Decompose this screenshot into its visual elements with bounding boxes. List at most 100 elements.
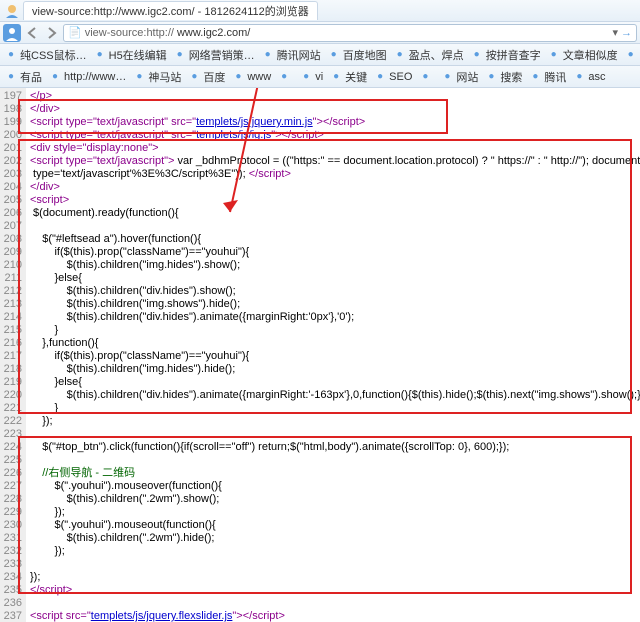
avatar-icon[interactable] [3, 24, 21, 42]
source-line[interactable]: $(this).children("img.shows").hide(); [30, 298, 640, 311]
bookmark-label: 网站 [456, 69, 478, 85]
source-line[interactable]: if($(this).prop("className")=="youhui"){ [30, 350, 640, 363]
source-line[interactable] [30, 220, 640, 233]
source-line[interactable]: </script> [30, 584, 640, 597]
bookmark-item[interactable]: ●关键 [329, 69, 367, 85]
baidu-icon: ● [187, 70, 201, 84]
source-line[interactable]: },function(){ [30, 337, 640, 350]
www-icon: ● [231, 70, 245, 84]
source-code-view[interactable]: 1971981992002012022032042052062072082092… [0, 88, 640, 622]
bookmark-item[interactable]: ●按拼音查字 [470, 47, 541, 63]
source-line[interactable]: $(this).children("div.hides").show(); [30, 285, 640, 298]
bookmark-item[interactable]: ●asc [572, 70, 605, 84]
bookmark-item[interactable]: ●新闻一键在 [624, 47, 640, 63]
source-line[interactable]: }else{ [30, 272, 640, 285]
source-line[interactable]: <div style="display:none"> [30, 142, 640, 155]
bookmark-item[interactable]: ● [277, 70, 293, 84]
qq-icon: ● [528, 70, 542, 84]
bookmark-label: H5在线编辑 [109, 47, 167, 63]
url-prefix-label: view-source:http:// [85, 27, 174, 39]
line-number-gutter: 1971981992002012022032042052062072082092… [0, 88, 26, 622]
source-line[interactable]: $(document).ready(function(){ [30, 207, 640, 220]
bookmark-label: 网络营销策… [189, 47, 255, 63]
page-icon: 📄 [68, 26, 82, 39]
bookmark-item[interactable]: ● [418, 70, 434, 84]
bookmark-item[interactable]: ●纯CSS鼠标… [4, 47, 87, 63]
source-line[interactable]: }); [30, 415, 640, 428]
ie-icon: ● [48, 70, 62, 84]
bookmark-label: 盈点、焊点 [409, 47, 464, 63]
qq-icon: ● [261, 48, 275, 62]
source-line[interactable]: $(this).children("div.hides").animate({m… [30, 311, 640, 324]
source-code-content[interactable]: </p></div><script type="text/javascript"… [26, 88, 640, 622]
source-line[interactable]: <script type="text/javascript"> var _bdh… [30, 155, 640, 168]
source-line[interactable]: <script> [30, 194, 640, 207]
source-line[interactable]: $(this).children("img.hides").hide(); [30, 363, 640, 376]
bookmark-item[interactable]: ●搜索 [484, 69, 522, 85]
source-line[interactable]: }); [30, 571, 640, 584]
source-line[interactable]: </div> [30, 103, 640, 116]
pinyin-icon: ● [470, 48, 484, 62]
back-icon[interactable] [23, 24, 41, 42]
generic-icon: ● [572, 70, 586, 84]
bookmark-label: 关键 [345, 69, 367, 85]
source-line[interactable]: type='text/javascript'%3E%3C/script%3E")… [30, 168, 640, 181]
source-line[interactable]: $(this).children("div.hides").animate({m… [30, 389, 640, 402]
app-icon [3, 2, 21, 20]
code-icon: ● [93, 48, 107, 62]
source-line[interactable]: //右侧导航 - 二维码 [30, 467, 640, 480]
source-line[interactable]: }else{ [30, 376, 640, 389]
source-line[interactable]: $(this).children(".2wm").show(); [30, 493, 640, 506]
source-line[interactable]: $("#top_btn").click(function(){if(scroll… [30, 441, 640, 454]
source-line[interactable]: } [30, 402, 640, 415]
source-line[interactable]: if($(this).prop("className")=="youhui"){ [30, 246, 640, 259]
source-line[interactable]: <script type="text/javascript" src="temp… [30, 129, 640, 142]
bookmark-label: 文章相似度 [563, 47, 618, 63]
dropdown-icon[interactable]: ▾ [612, 26, 618, 39]
source-line[interactable]: }); [30, 545, 640, 558]
source-line[interactable] [30, 428, 640, 441]
v-icon: ● [299, 70, 313, 84]
bookmark-item[interactable]: ●百度 [187, 69, 225, 85]
generic-icon: ● [418, 70, 432, 84]
bookmark-item[interactable]: ●vi [299, 70, 323, 84]
fire-icon: ● [393, 48, 407, 62]
generic-icon: ● [277, 70, 291, 84]
source-line[interactable]: $(this).children("img.hides").show(); [30, 259, 640, 272]
bookmark-item[interactable]: ●腾讯 [528, 69, 566, 85]
bookmark-label: SEO [389, 71, 412, 83]
source-line[interactable]: $("#leftsead a").hover(function(){ [30, 233, 640, 246]
source-line[interactable]: $(".youhui").mouseout(function(){ [30, 519, 640, 532]
bookmark-item[interactable]: ●www [231, 70, 271, 84]
bookmark-item[interactable]: ●神马站 [132, 69, 181, 85]
source-line[interactable]: }); [30, 506, 640, 519]
seo-icon: ● [373, 70, 387, 84]
source-line[interactable]: <script type="text/javascript" src="temp… [30, 116, 640, 129]
go-icon[interactable]: → [621, 27, 632, 39]
bookmark-item[interactable]: ●有品 [4, 69, 42, 85]
bookmark-label: 按拼音查字 [486, 47, 541, 63]
bookmark-item[interactable]: ●百度地图 [327, 47, 387, 63]
source-line[interactable]: </div> [30, 181, 640, 194]
forward-icon[interactable] [43, 24, 61, 42]
star-icon: ● [4, 70, 18, 84]
source-line[interactable]: $(this).children(".2wm").hide(); [30, 532, 640, 545]
source-line[interactable]: $(".youhui").mouseover(function(){ [30, 480, 640, 493]
bookmark-item[interactable]: ●腾讯网站 [261, 47, 321, 63]
url-input[interactable] [177, 27, 610, 39]
source-line[interactable] [30, 454, 640, 467]
bookmark-item[interactable]: ●SEO [373, 70, 412, 84]
source-line[interactable]: } [30, 324, 640, 337]
source-line[interactable]: <script src="templets/js/jquery.flexslid… [30, 610, 640, 622]
bookmark-item[interactable]: ●http://www… [48, 70, 126, 84]
source-line[interactable] [30, 597, 640, 610]
bookmark-item[interactable]: ●文章相似度 [547, 47, 618, 63]
source-line[interactable] [30, 558, 640, 571]
generic-icon: ● [440, 70, 454, 84]
bookmark-item[interactable]: ●H5在线编辑 [93, 47, 167, 63]
bookmark-item[interactable]: ●网络营销策… [173, 47, 255, 63]
address-bar[interactable]: 📄 view-source:http:// ▾ → [63, 24, 637, 42]
bookmark-item[interactable]: ●网站 [440, 69, 478, 85]
bookmark-item[interactable]: ●盈点、焊点 [393, 47, 464, 63]
source-line[interactable]: </p> [30, 90, 640, 103]
